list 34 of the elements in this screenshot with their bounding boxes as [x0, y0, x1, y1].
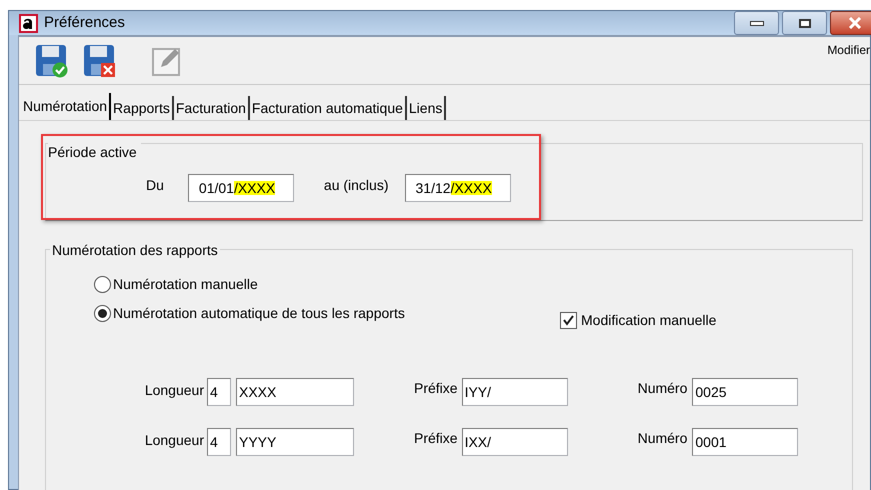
length-field[interactable]: 4	[207, 428, 231, 456]
minimize-button[interactable]	[734, 11, 779, 35]
prefix-field[interactable]: IXX/	[462, 428, 568, 456]
radio-label: Numérotation automatique de tous les rapports	[113, 304, 405, 323]
close-button[interactable]	[830, 11, 871, 35]
format-field[interactable]: XXXX	[236, 378, 354, 406]
field-label: Longueur	[144, 430, 204, 450]
field-label: Préfixe	[414, 378, 458, 398]
number-field[interactable]: 0001	[692, 428, 798, 456]
maximize-button[interactable]	[782, 11, 827, 35]
save-confirm-icon[interactable]	[35, 44, 69, 78]
modify-label: Modifier	[827, 42, 870, 59]
prefix-field[interactable]: IYY/	[462, 378, 568, 406]
radio-button[interactable]	[94, 305, 111, 322]
checkbox-label: Modification manuelle	[581, 311, 716, 330]
app-logo-icon	[19, 14, 38, 32]
radio-button[interactable]	[94, 276, 111, 293]
field-label: Numéro	[638, 428, 688, 448]
save-cancel-icon[interactable]	[83, 44, 117, 78]
date-field[interactable]: 01/01/XXXX	[188, 174, 294, 202]
field-label: Préfixe	[414, 428, 458, 448]
tab[interactable]: Rapports	[111, 96, 174, 120]
field-label: Numéro	[638, 378, 688, 398]
length-field[interactable]: 4	[207, 378, 231, 406]
checkbox[interactable]	[560, 312, 577, 329]
number-field[interactable]: 0025	[692, 378, 798, 406]
field-label: au (inclus)	[324, 176, 388, 195]
field-label: Du	[146, 176, 164, 194]
window-title: Préférences	[44, 12, 125, 33]
tab[interactable]: Numérotation	[21, 93, 112, 120]
close-icon	[848, 17, 862, 29]
format-field[interactable]: YYYY	[236, 428, 354, 456]
field-label: Longueur	[144, 380, 204, 400]
radio-label: Numérotation manuelle	[113, 275, 258, 294]
